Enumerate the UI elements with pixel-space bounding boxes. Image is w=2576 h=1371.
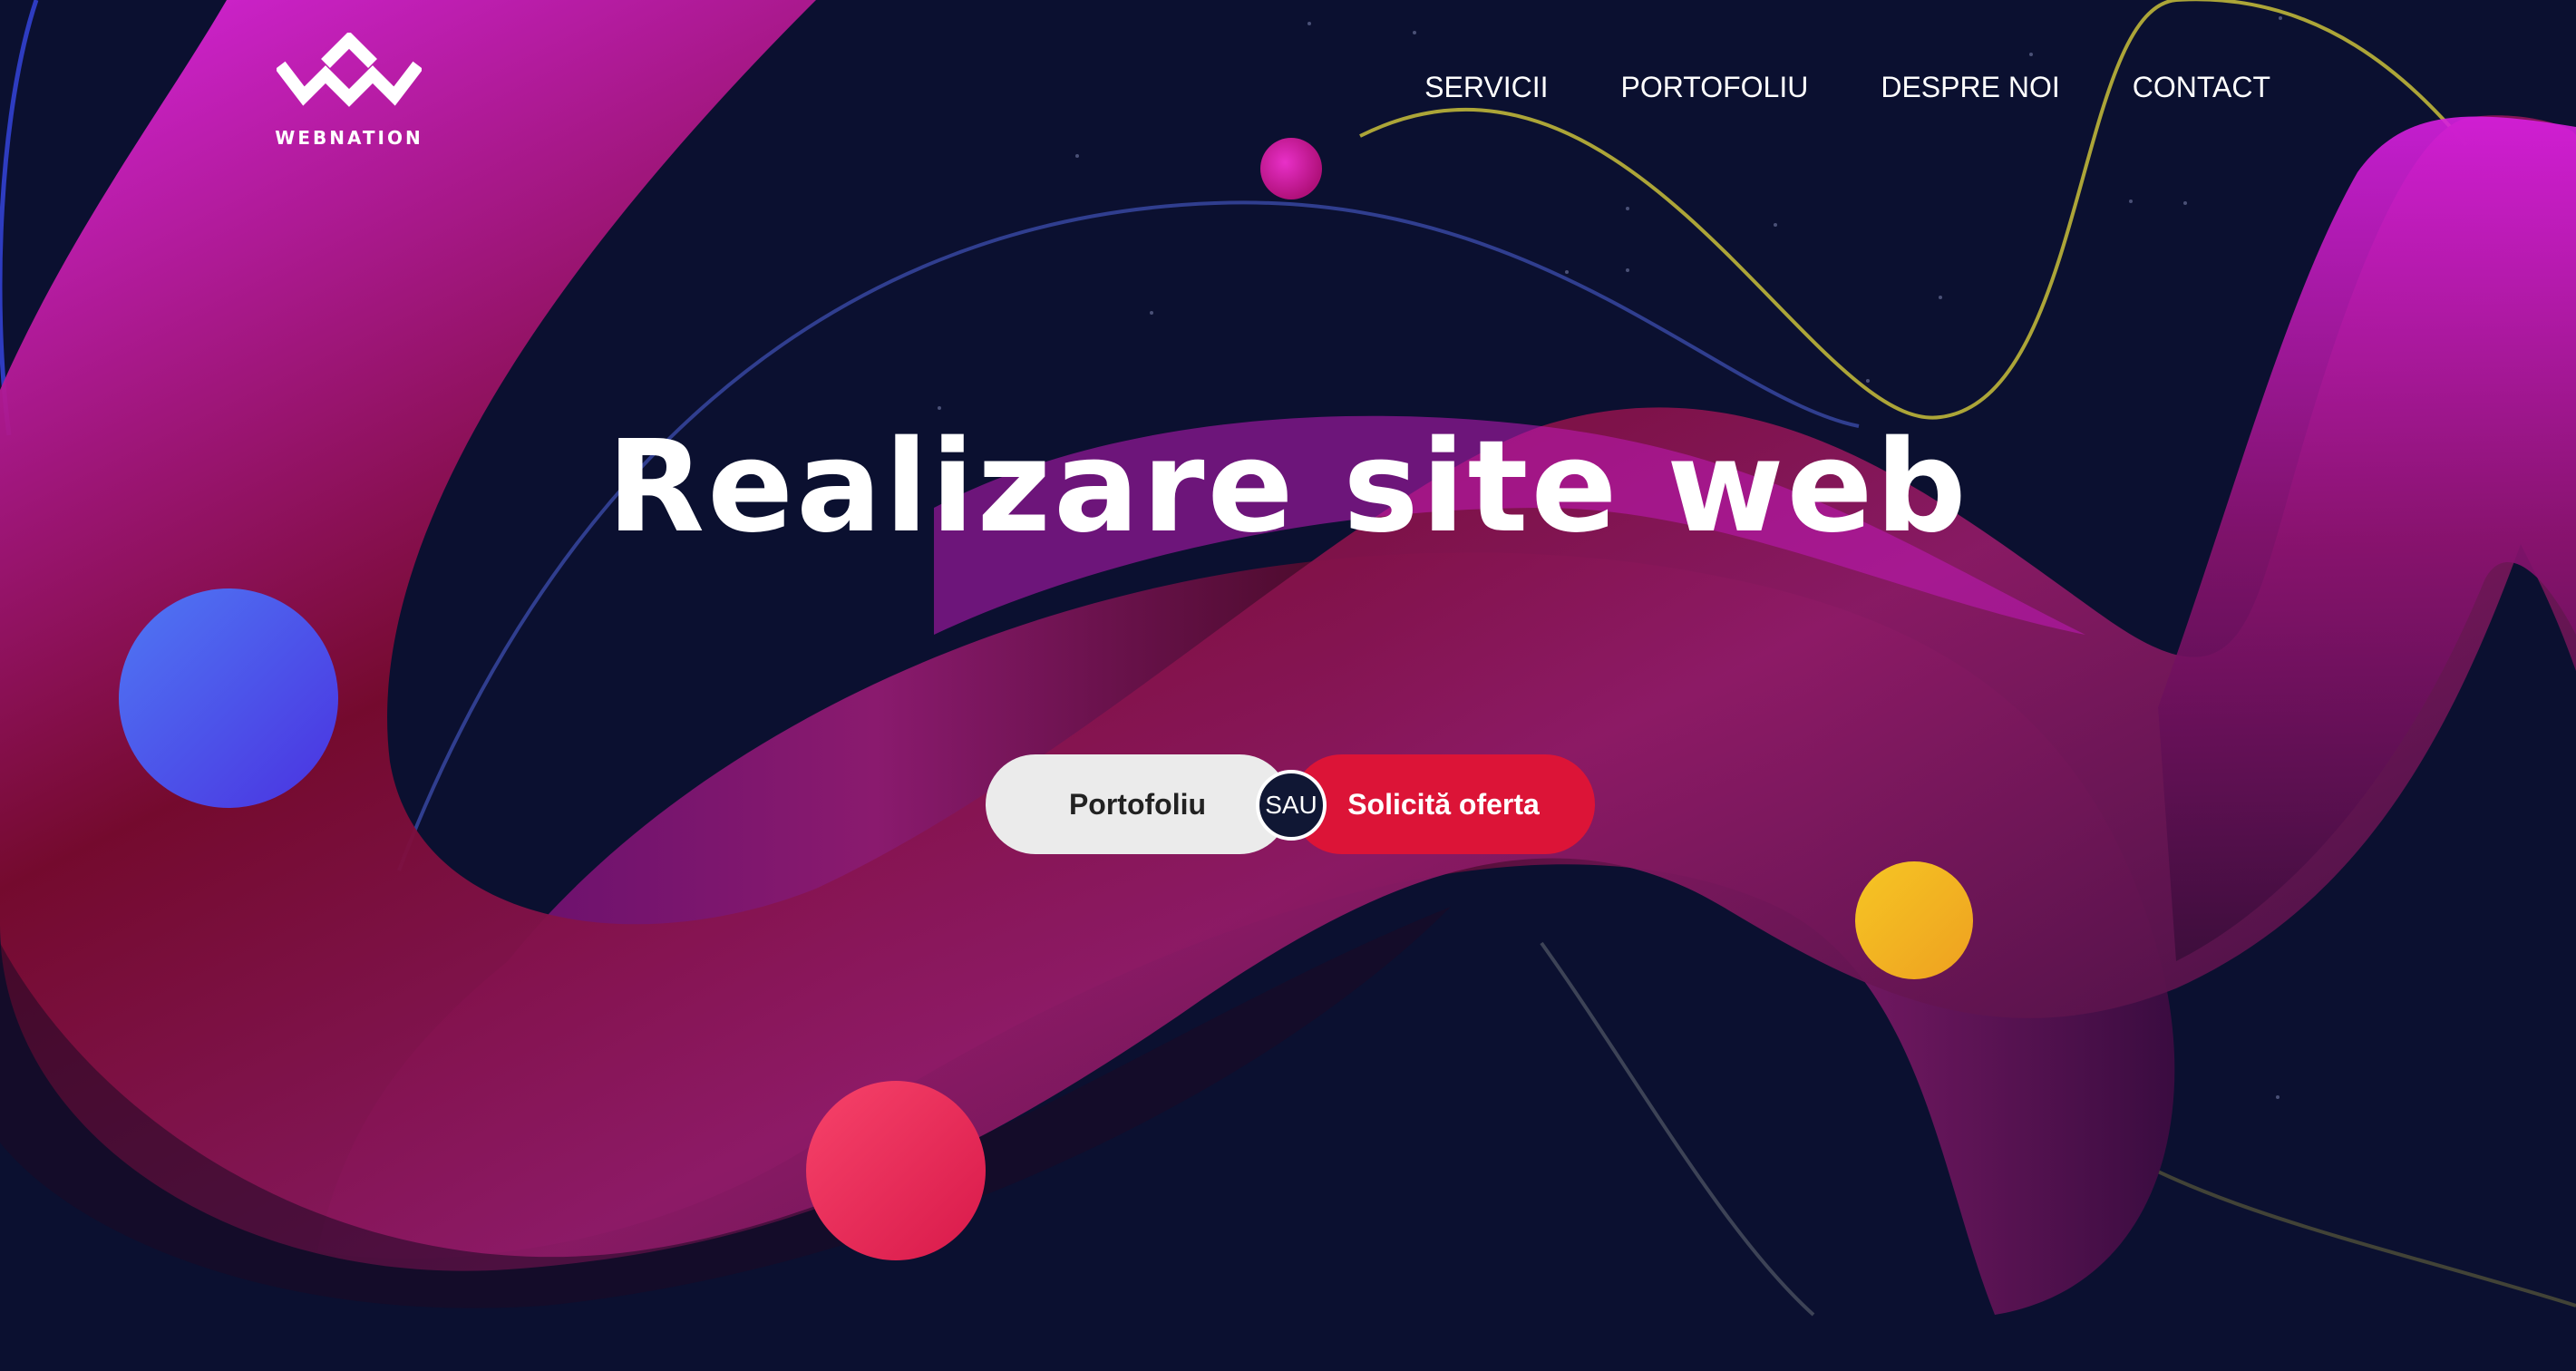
brand-logo[interactable]: WEBNATION (272, 33, 426, 160)
nav-item-portofoliu[interactable]: PORTOFOLIU (1620, 71, 1808, 104)
hero-title: Realizare site web (607, 413, 1969, 561)
main-nav: SERVICII PORTOFOLIU DESPRE NOI CONTACT (1424, 71, 2270, 104)
or-separator-badge: SAU (1256, 770, 1327, 841)
decor-ball-blue (119, 588, 338, 808)
decor-ball-red (806, 1081, 986, 1260)
decor-ball-yellow (1855, 861, 1973, 979)
hero-background (0, 0, 2576, 1371)
request-offer-button[interactable]: Solicită oferta (1292, 754, 1595, 854)
nav-item-despre-noi[interactable]: DESPRE NOI (1881, 71, 2059, 104)
webnation-w-logo-icon (277, 33, 422, 107)
brand-name: WEBNATION (275, 127, 423, 149)
cta-group: Portofoliu Solicită oferta SAU (986, 754, 1595, 854)
nav-item-servicii[interactable]: SERVICII (1424, 71, 1548, 104)
nav-item-contact[interactable]: CONTACT (2133, 71, 2270, 104)
portfolio-button[interactable]: Portofoliu (986, 754, 1289, 854)
decor-ball-pink (1260, 138, 1322, 199)
